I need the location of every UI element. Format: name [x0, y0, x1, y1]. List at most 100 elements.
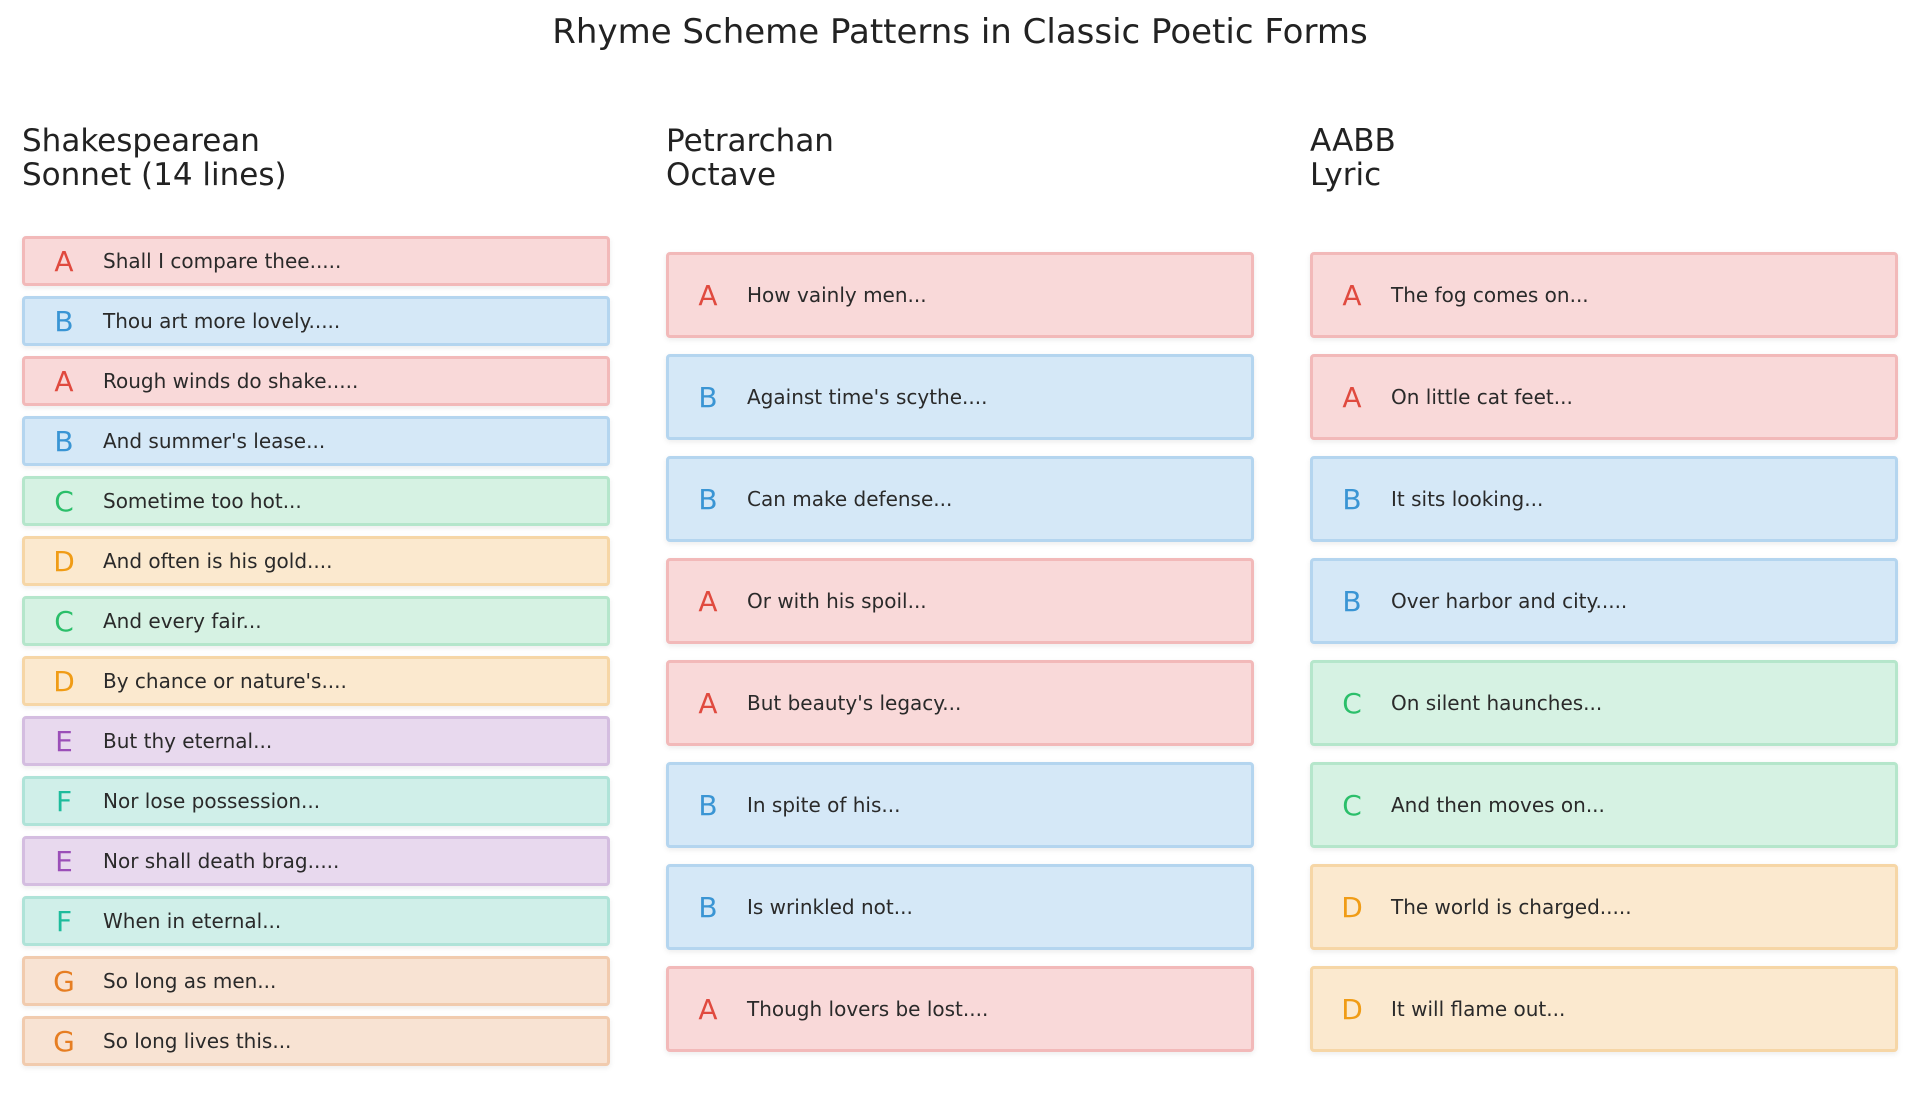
verse-text: So long lives this... [103, 1029, 292, 1053]
rhyme-letter: C [1342, 686, 1362, 720]
verse-text: And every fair... [103, 609, 262, 633]
rhyme-letter: B [698, 788, 718, 822]
column-header-line1: AABB [1310, 123, 1396, 159]
column-petrarchan-octave: Petrarchan Octave A How vainly men... B Aga… [666, 124, 1258, 1074]
verse-text: The world is charged..... [1391, 895, 1632, 919]
column-header: Shakespearean Sonnet (14 lines) [22, 124, 287, 192]
verse-text: It will flame out... [1391, 997, 1566, 1021]
rhyme-letter: D [1341, 992, 1363, 1026]
rhyme-letter: G [53, 1024, 75, 1058]
verse-text: Can make defense... [747, 487, 953, 511]
verse-text: Shall I compare thee..... [103, 249, 342, 273]
verse-line: A But beauty's legacy... [666, 660, 1254, 746]
verse-text: Sometime too hot... [103, 489, 302, 513]
column-header-line1: Shakespearean [22, 123, 260, 159]
rhyme-letter: E [55, 724, 73, 758]
verse-text: Thou art more lovely..... [103, 309, 341, 333]
verse-text: Over harbor and city..... [1391, 589, 1628, 613]
verse-text: Nor shall death brag..... [103, 849, 340, 873]
verse-line: A Or with his spoil... [666, 558, 1254, 644]
verse-line: F Nor lose possession... [22, 776, 610, 826]
rhyme-letter: F [55, 904, 73, 938]
verse-text: Though lovers be lost.... [747, 997, 989, 1021]
verse-line: E But thy eternal... [22, 716, 610, 766]
verse-line: D The world is charged..... [1310, 864, 1898, 950]
verse-line: B Is wrinkled not... [666, 864, 1254, 950]
verse-text: How vainly men... [747, 283, 927, 307]
rhyme-letter: D [53, 664, 75, 698]
verse-line: F When in eternal... [22, 896, 610, 946]
verse-text: In spite of his... [747, 793, 901, 817]
verse-text: But beauty's legacy... [747, 691, 962, 715]
verse-line: E Nor shall death brag..... [22, 836, 610, 886]
verse-line: B Over harbor and city..... [1310, 558, 1898, 644]
verse-line: B In spite of his... [666, 762, 1254, 848]
rhyme-letter: B [54, 424, 74, 458]
verse-line: C And then moves on... [1310, 762, 1898, 848]
rhyme-letter: D [1341, 890, 1363, 924]
verse-text: On silent haunches... [1391, 691, 1603, 715]
column-header-line2: Sonnet (14 lines) [22, 157, 287, 193]
page-title: Rhyme Scheme Patterns in Classic Poetic … [552, 12, 1368, 52]
verse-line: G So long lives this... [22, 1016, 610, 1066]
rhyme-letter: B [698, 482, 718, 516]
verse-text: Is wrinkled not... [747, 895, 913, 919]
verse-line: A Shall I compare thee..... [22, 236, 610, 286]
rhyme-letter: A [1342, 380, 1362, 414]
verse-line: A How vainly men... [666, 252, 1254, 338]
rhyme-letter: C [54, 604, 74, 638]
verse-text: But thy eternal... [103, 729, 273, 753]
rhyme-letter: A [1342, 278, 1362, 312]
verse-text: So long as men... [103, 969, 277, 993]
verse-line: G So long as men... [22, 956, 610, 1006]
verse-line: B Can make defense... [666, 456, 1254, 542]
rhyme-letter: A [54, 364, 74, 398]
rhyme-letter: A [698, 992, 718, 1026]
verse-line: B Thou art more lovely..... [22, 296, 610, 346]
verse-line: B It sits looking... [1310, 456, 1898, 542]
verse-text: The fog comes on... [1391, 283, 1589, 307]
verse-text: And often is his gold.... [103, 549, 333, 573]
verse-line: D By chance or nature's.... [22, 656, 610, 706]
verse-text: Or with his spoil... [747, 589, 927, 613]
verse-line: B And summer's lease... [22, 416, 610, 466]
verse-line: D It will flame out... [1310, 966, 1898, 1052]
rhyme-letter: F [55, 784, 73, 818]
rhyme-letter: A [698, 686, 718, 720]
rhyme-letter: B [698, 380, 718, 414]
verse-text: Rough winds do shake..... [103, 369, 359, 393]
verse-line: D And often is his gold.... [22, 536, 610, 586]
verse-text: And then moves on... [1391, 793, 1605, 817]
rhyme-letter: B [54, 304, 74, 338]
rhyme-letter: A [54, 244, 74, 278]
column-header: Petrarchan Octave [666, 124, 834, 192]
verse-text: It sits looking... [1391, 487, 1544, 511]
column-header: AABB Lyric [1310, 124, 1396, 192]
rhyme-letter: C [1342, 788, 1362, 822]
verse-text: Nor lose possession... [103, 789, 321, 813]
rhyme-letter: A [698, 278, 718, 312]
column-header-line2: Octave [666, 157, 777, 193]
verse-line: A The fog comes on... [1310, 252, 1898, 338]
verse-line: C On silent haunches... [1310, 660, 1898, 746]
verse-line: C Sometime too hot... [22, 476, 610, 526]
rhyme-letter: B [1342, 482, 1362, 516]
verse-text: Against time's scythe.... [747, 385, 988, 409]
verse-line: A Rough winds do shake..... [22, 356, 610, 406]
column-header-line2: Lyric [1310, 157, 1382, 193]
verse-line: C And every fair... [22, 596, 610, 646]
verse-line: B Against time's scythe.... [666, 354, 1254, 440]
rhyme-letter: D [53, 544, 75, 578]
verse-text: By chance or nature's.... [103, 669, 347, 693]
rhyme-letter: A [698, 584, 718, 618]
verse-text: On little cat feet... [1391, 385, 1573, 409]
rhyme-letter: B [1342, 584, 1362, 618]
verse-text: When in eternal... [103, 909, 282, 933]
rhyme-letter: B [698, 890, 718, 924]
rhyme-letter: G [53, 964, 75, 998]
verse-text: And summer's lease... [103, 429, 326, 453]
column-shakespearean-sonnet: Shakespearean Sonnet (14 lines) A Shall I… [22, 124, 614, 1074]
column-aabb-lyric: AABB Lyric A The fog comes on... A On littl… [1310, 124, 1902, 1074]
rhyme-letter: E [55, 844, 73, 878]
verse-line: A Though lovers be lost.... [666, 966, 1254, 1052]
